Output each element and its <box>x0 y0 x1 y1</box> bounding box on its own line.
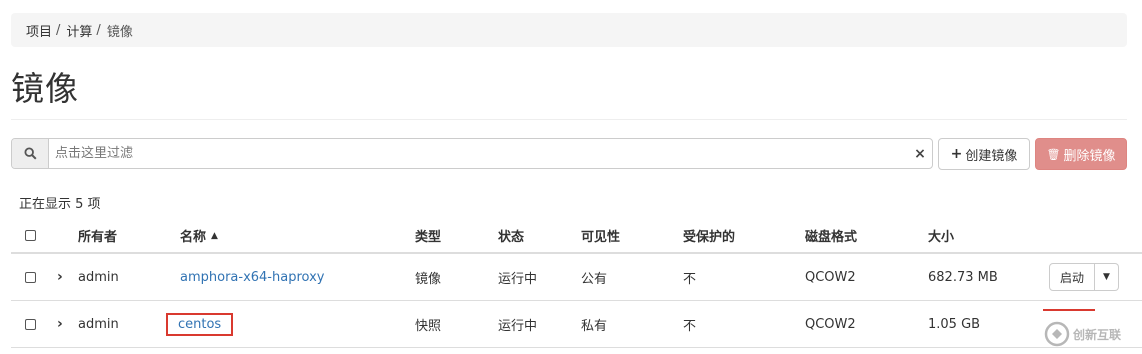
disk-format-cell: QCOW2 <box>805 269 856 285</box>
size-cell: 1.05 GB <box>928 316 981 332</box>
breadcrumb-separator: / <box>96 22 101 38</box>
header-disk-format[interactable]: 磁盘格式 <box>805 219 857 252</box>
watermark: 创新互联 <box>1044 316 1142 352</box>
item-count: 正在显示 5 项 <box>19 197 101 212</box>
row-checkbox[interactable] <box>25 271 36 283</box>
owner-cell: admin <box>78 269 119 285</box>
protected-cell: 不 <box>683 271 697 287</box>
table-header-row: 所有者 名称 ▲ 类型 状态 可见性 受保护的 磁盘格式 大小 <box>11 219 1142 254</box>
disk-format-cell: QCOW2 <box>805 316 856 332</box>
header-name[interactable]: 名称 ▲ <box>180 219 218 252</box>
breadcrumb: 项目 / 计算 / 镜像 <box>11 13 1127 47</box>
header-protected[interactable]: 受保护的 <box>683 219 735 252</box>
breadcrumb-item-project[interactable]: 项目 <box>26 21 52 40</box>
table-row: › admin amphora-x64-haproxy 镜像 运行中 公有 不 … <box>11 254 1142 301</box>
delete-images-label: 删除镜像 <box>1063 148 1116 164</box>
table-row: › admin centos 快照 运行中 私有 不 QCOW2 1.05 GB <box>11 301 1142 348</box>
clear-filter-icon[interactable]: × <box>908 139 932 168</box>
protected-cell: 不 <box>683 318 697 334</box>
size-cell: 682.73 MB <box>928 269 998 285</box>
chevron-down-icon[interactable]: ▼ <box>1095 263 1119 291</box>
owner-cell: admin <box>78 316 119 332</box>
name-cell: centos <box>166 301 234 347</box>
header-size[interactable]: 大小 <box>928 219 954 252</box>
trash-icon: 🗑 <box>1046 147 1061 161</box>
delete-images-button[interactable]: 🗑 删除镜像 <box>1035 138 1127 170</box>
create-image-button[interactable]: + 创建镜像 <box>938 138 1030 170</box>
breadcrumb-separator: / <box>56 22 61 38</box>
sort-ascending-icon: ▲ <box>211 230 218 241</box>
header-status[interactable]: 状态 <box>498 219 524 252</box>
launch-button[interactable]: 启动 <box>1049 263 1095 291</box>
visibility-cell: 公有 <box>581 271 608 287</box>
select-all-cell <box>25 219 36 252</box>
watermark-text: 创新互联 <box>1073 327 1122 342</box>
status-cell: 运行中 <box>498 318 538 334</box>
expand-row-icon[interactable]: › <box>57 254 63 300</box>
row-checkbox[interactable] <box>25 318 36 330</box>
filter-input[interactable] <box>49 139 908 168</box>
header-owner[interactable]: 所有者 <box>78 219 117 252</box>
image-name-link[interactable]: centos <box>166 312 234 336</box>
header-name-label: 名称 <box>180 230 207 245</box>
breadcrumb-item-images: 镜像 <box>106 24 133 40</box>
header-type[interactable]: 类型 <box>415 219 441 252</box>
type-cell: 快照 <box>415 318 442 334</box>
search-icon[interactable] <box>12 139 49 168</box>
row-select-cell <box>25 301 36 347</box>
breadcrumb-item-compute[interactable]: 计算 <box>66 21 92 40</box>
select-all-checkbox[interactable] <box>25 230 36 241</box>
status-cell: 运行中 <box>498 271 538 287</box>
divider <box>11 119 1127 120</box>
image-name-link[interactable]: amphora-x64-haproxy <box>180 270 324 285</box>
header-visibility[interactable]: 可见性 <box>581 219 620 252</box>
highlight-mark <box>1043 309 1095 311</box>
page-title: 镜像 <box>11 69 79 108</box>
images-table: 所有者 名称 ▲ 类型 状态 可见性 受保护的 磁盘格式 大小 › admin … <box>11 219 1142 348</box>
row-actions: 启动 ▼ <box>1049 263 1119 291</box>
create-image-label: 创建镜像 <box>965 148 1018 164</box>
expand-row-icon[interactable]: › <box>57 301 63 347</box>
filter-bar: × <box>11 138 933 169</box>
watermark-logo-icon <box>1044 321 1070 347</box>
name-cell: amphora-x64-haproxy <box>180 254 324 300</box>
visibility-cell: 私有 <box>581 318 608 334</box>
row-select-cell <box>25 254 36 300</box>
type-cell: 镜像 <box>415 271 442 287</box>
plus-icon: + <box>950 146 963 162</box>
